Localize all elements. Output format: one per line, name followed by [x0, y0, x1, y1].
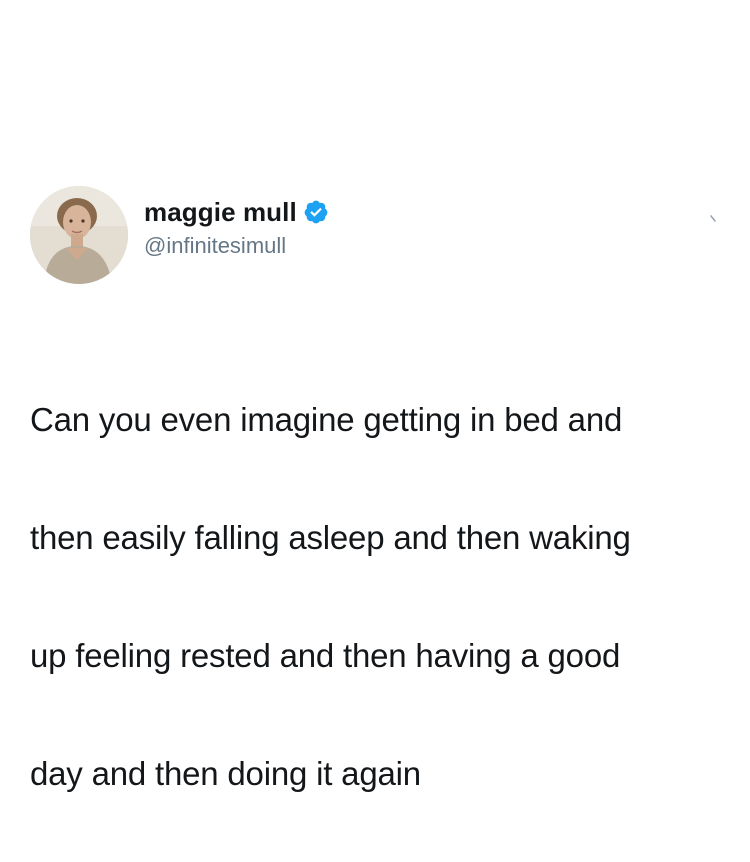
author-display-name[interactable]: maggie mull: [144, 197, 297, 228]
chevron-down-icon[interactable]: [708, 212, 722, 226]
tweet-text-line: Can you even imagine getting in bed and: [30, 401, 623, 438]
author-handle[interactable]: @infinitesimull: [144, 233, 286, 259]
avatar[interactable]: [30, 186, 128, 284]
tweet-card: maggie mull @infinitesimull Can you even…: [0, 0, 750, 792]
tweet-text-line: up feeling rested and then having a good: [30, 637, 621, 674]
verified-badge-icon: [303, 199, 329, 225]
avatar-photo-icon: [30, 186, 128, 284]
tweet-text-line: then easily falling asleep and then waki…: [30, 519, 631, 556]
tweet-text-line: day and then doing it again: [30, 755, 421, 792]
tweet-text: Can you even imagine getting in bed and …: [30, 331, 730, 862]
author-name-row: maggie mull: [144, 197, 329, 227]
